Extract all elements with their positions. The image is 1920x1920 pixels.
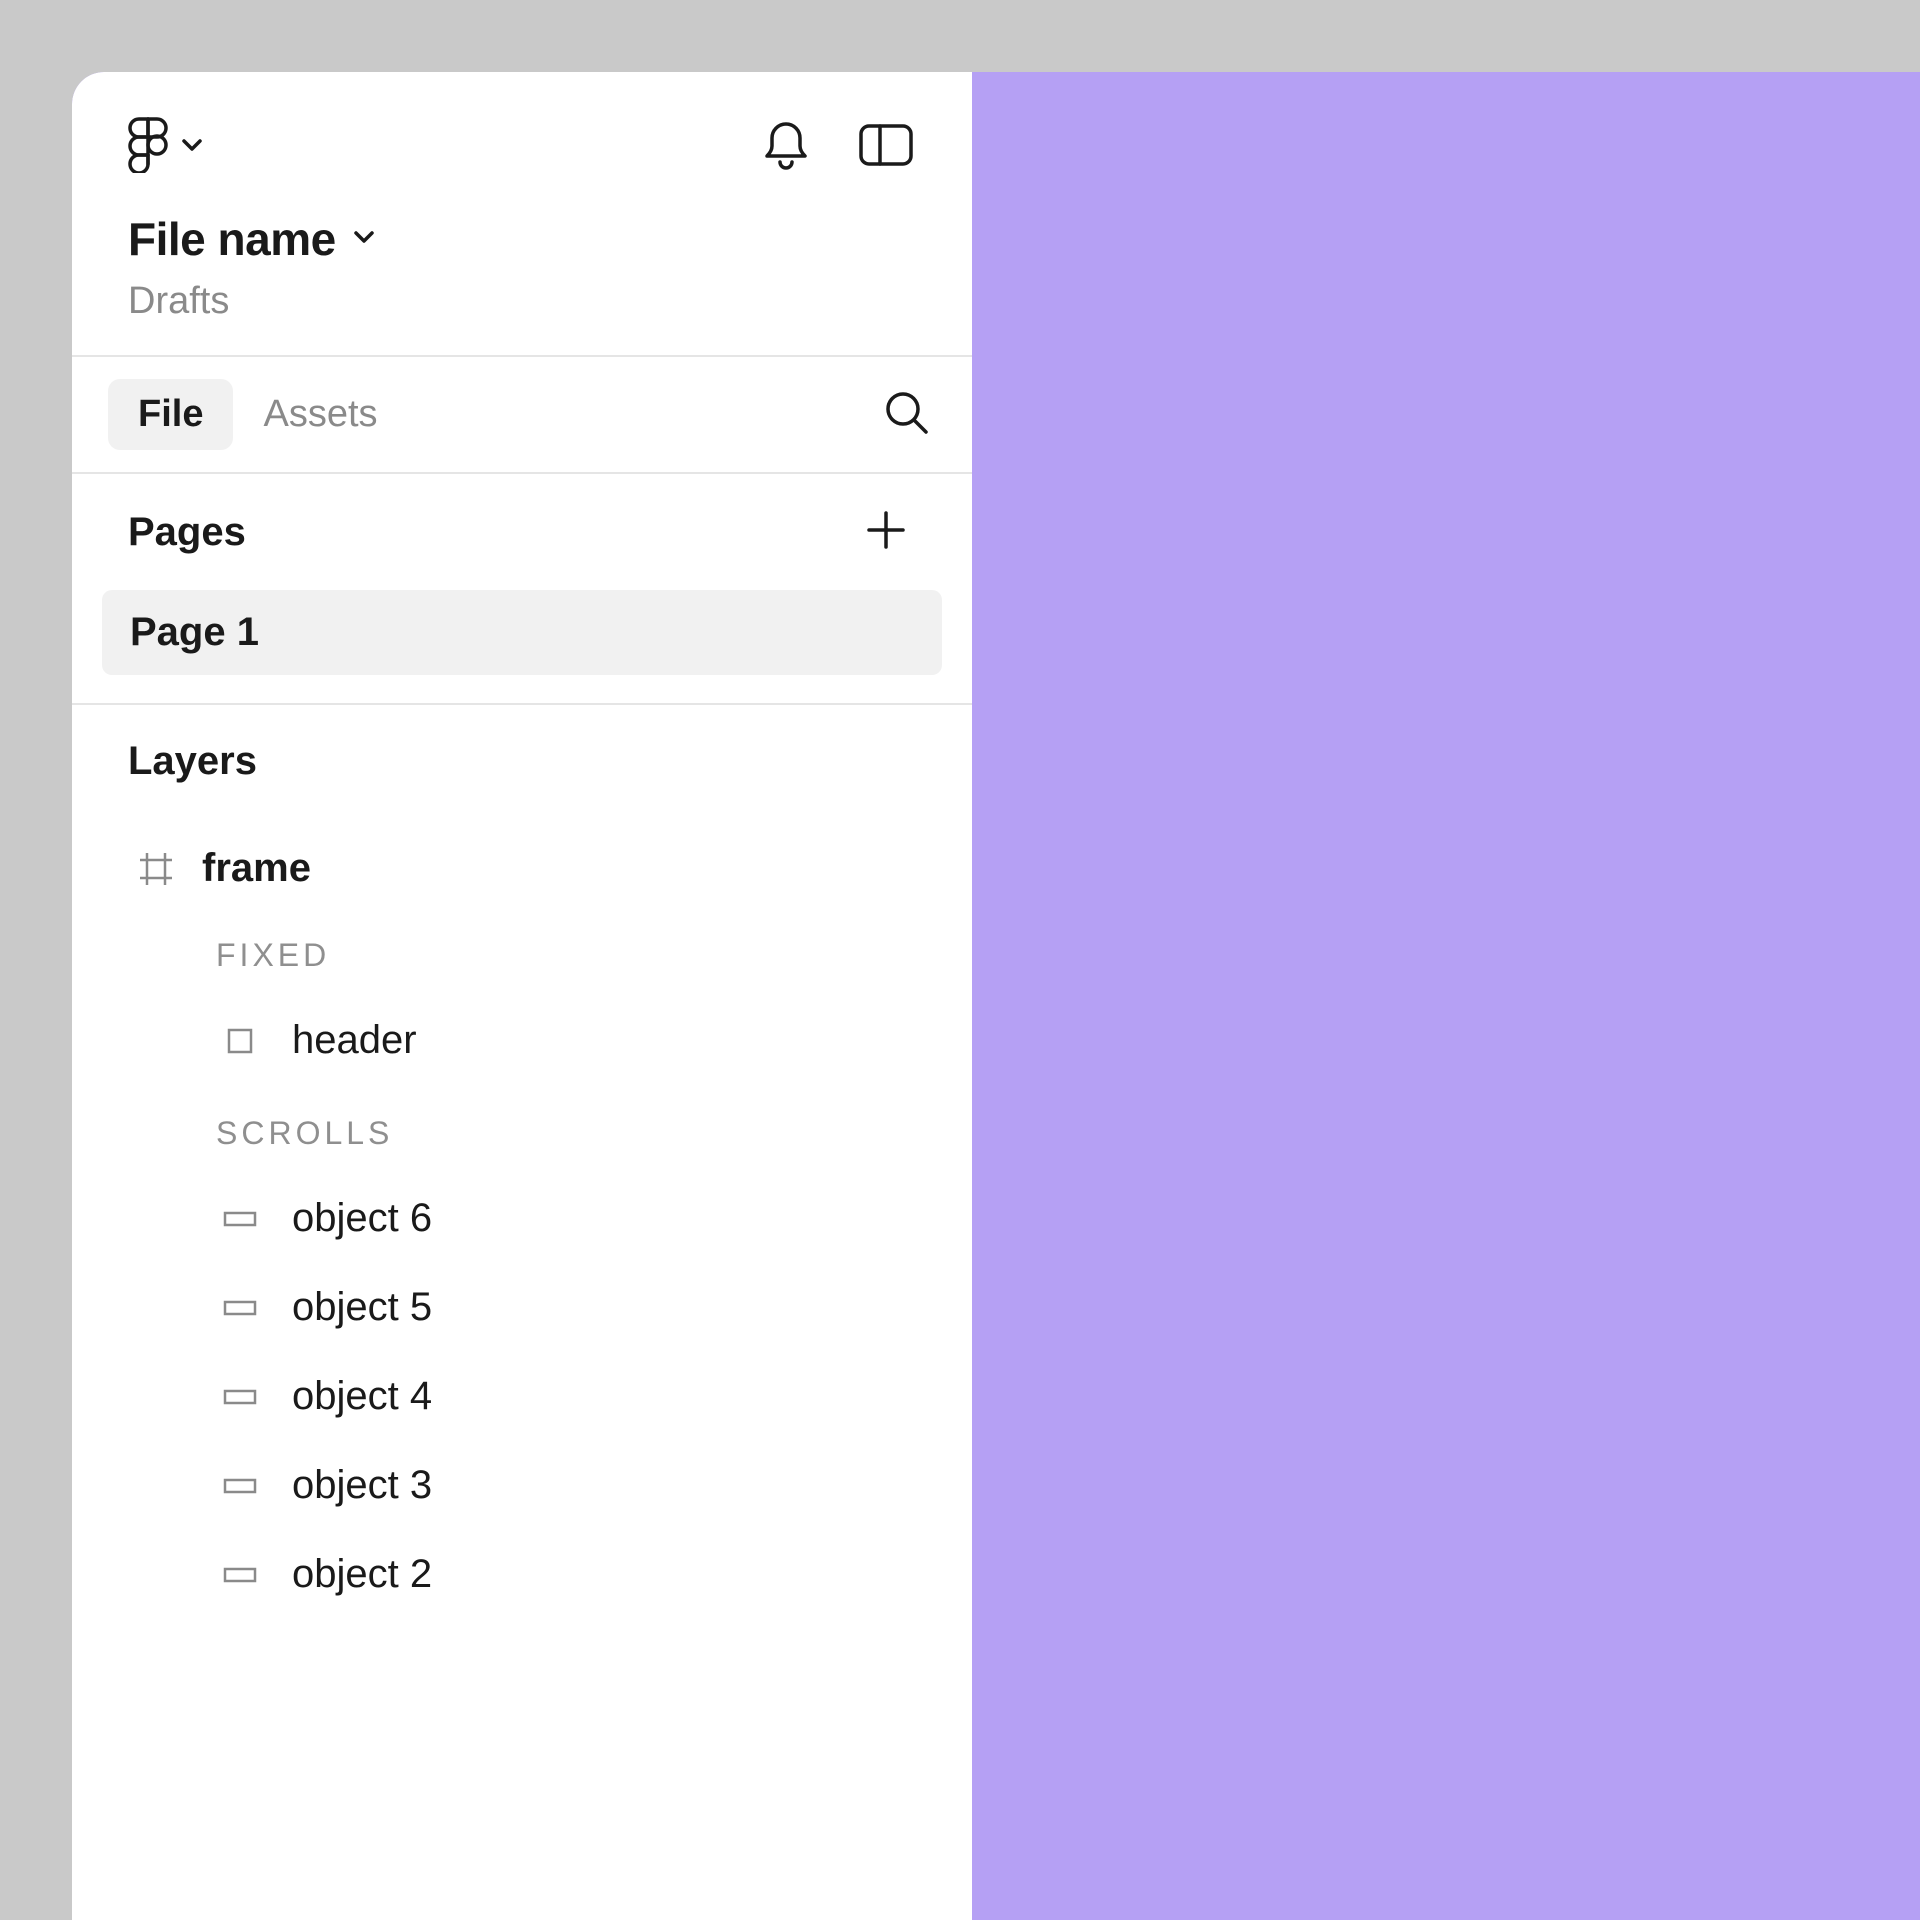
search-button[interactable] [876, 385, 936, 445]
layers-heading: Layers [128, 739, 916, 784]
tab-file[interactable]: File [108, 379, 233, 450]
layer-group-scrolls: SCROLLS [128, 1085, 916, 1174]
page-item[interactable]: Page 1 [102, 590, 942, 675]
file-location[interactable]: Drafts [128, 280, 916, 323]
rectangle-wide-icon [222, 1389, 258, 1405]
add-page-button[interactable] [856, 502, 916, 562]
pages-list: Page 1 [72, 590, 972, 703]
layer-item-object[interactable]: object 2 [128, 1530, 916, 1619]
file-title-block: File name Drafts [72, 202, 972, 355]
layer-label: frame [202, 846, 311, 891]
layer-label: object 2 [292, 1552, 432, 1597]
layer-item-object[interactable]: object 4 [128, 1352, 916, 1441]
layer-label: object 6 [292, 1196, 432, 1241]
file-title: File name [128, 212, 336, 266]
layer-item-header[interactable]: header [128, 996, 916, 1085]
search-icon [883, 389, 929, 440]
layer-label: object 5 [292, 1285, 432, 1330]
file-name-button[interactable]: File name [128, 212, 916, 266]
chevron-down-icon [354, 230, 374, 249]
frame-icon [138, 851, 174, 887]
left-sidebar: File name Drafts File Assets [72, 72, 972, 1920]
layer-label: header [292, 1018, 417, 1063]
pages-heading[interactable]: Pages [128, 510, 246, 555]
layer-item-object[interactable]: object 5 [128, 1263, 916, 1352]
notifications-button[interactable] [756, 117, 816, 177]
layers-section: Layers frame FIXED header [72, 703, 972, 1619]
figma-logo-icon [128, 117, 168, 178]
layer-group-fixed: FIXED [128, 907, 916, 996]
toggle-panels-button[interactable] [856, 117, 916, 177]
pages-header: Pages [72, 474, 972, 590]
chevron-down-icon [182, 138, 202, 157]
app-viewport: File name Drafts File Assets [72, 72, 1920, 1920]
rectangle-wide-icon [222, 1567, 258, 1583]
sidebar-layout-icon [858, 123, 914, 172]
rectangle-wide-icon [222, 1478, 258, 1494]
layer-label: object 4 [292, 1374, 432, 1419]
rectangle-icon [222, 1027, 258, 1055]
layer-label: object 3 [292, 1463, 432, 1508]
panel-tabs: File Assets [72, 355, 972, 474]
layer-frame[interactable]: frame [128, 830, 916, 907]
plus-icon [867, 511, 905, 554]
rectangle-wide-icon [222, 1300, 258, 1316]
rectangle-wide-icon [222, 1211, 258, 1227]
tab-assets[interactable]: Assets [233, 379, 407, 450]
bell-icon [763, 120, 809, 175]
layer-item-object[interactable]: object 3 [128, 1441, 916, 1530]
main-menu-button[interactable] [128, 117, 202, 178]
layer-item-object[interactable]: object 6 [128, 1174, 916, 1263]
topbar [72, 72, 972, 202]
